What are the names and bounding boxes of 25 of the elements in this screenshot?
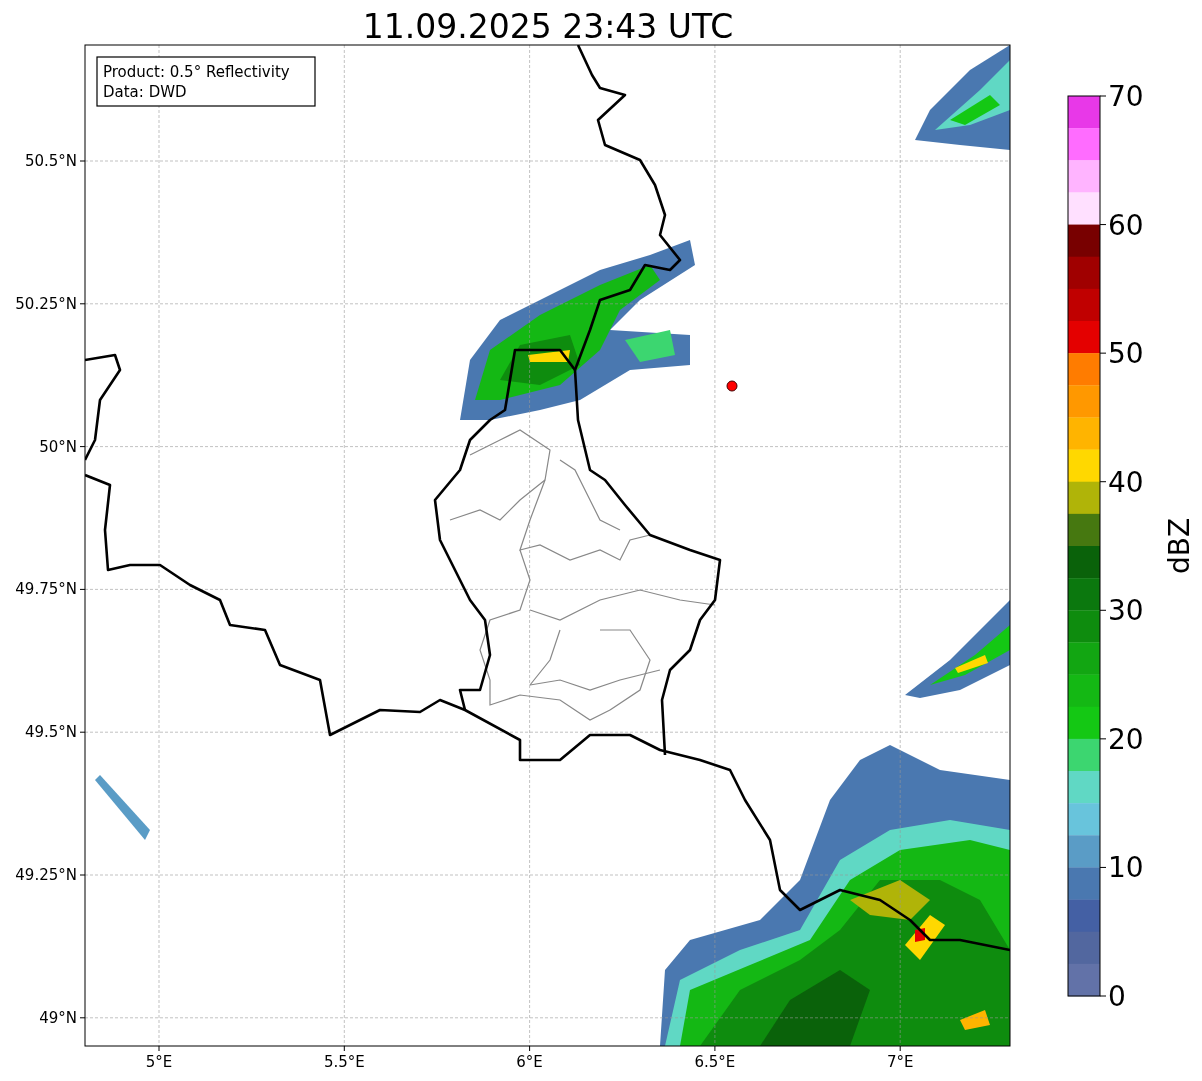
colorbar-tick-label: 20 xyxy=(1108,722,1144,756)
colorbar-tick-label: 70 xyxy=(1108,80,1144,113)
latitude-label: 49°N xyxy=(39,1008,77,1027)
info-text: Product: 0.5° Reflectivity xyxy=(103,63,290,81)
radar-site-marker xyxy=(726,380,738,392)
colorbar-label: dBZ xyxy=(1163,517,1196,575)
latitude-label: 49.25°N xyxy=(15,866,77,884)
latitude-label: 50.25°N xyxy=(15,294,77,313)
latitude-label: 49.75°N xyxy=(15,580,77,599)
latitude-label: 49.5°N xyxy=(24,723,77,742)
colorbar-tick-label: 0 xyxy=(1108,980,1126,1013)
longitude-label: 6°E xyxy=(516,1053,543,1071)
longitude-label: 7°E xyxy=(886,1053,914,1071)
colorbar-tick-label: 30 xyxy=(1108,594,1144,628)
latitude-label: 50.5°N xyxy=(24,152,77,170)
longitude-label: 5.5°E xyxy=(323,1053,365,1071)
chart-title: 11.09.2025 23:43 UTC xyxy=(362,7,734,46)
colorbar-tick-label: 10 xyxy=(1108,851,1144,885)
colorbar-tick-label: 40 xyxy=(1108,465,1144,499)
latitude-label: 50°N xyxy=(39,437,77,456)
info-text: Data: DWD xyxy=(103,83,187,101)
colorbar-tick-label: 60 xyxy=(1108,208,1144,242)
longitude-label: 6.5°E xyxy=(694,1053,736,1071)
colorbar-tick-label: 50 xyxy=(1108,337,1144,371)
longitude-label: 5°E xyxy=(145,1053,173,1071)
